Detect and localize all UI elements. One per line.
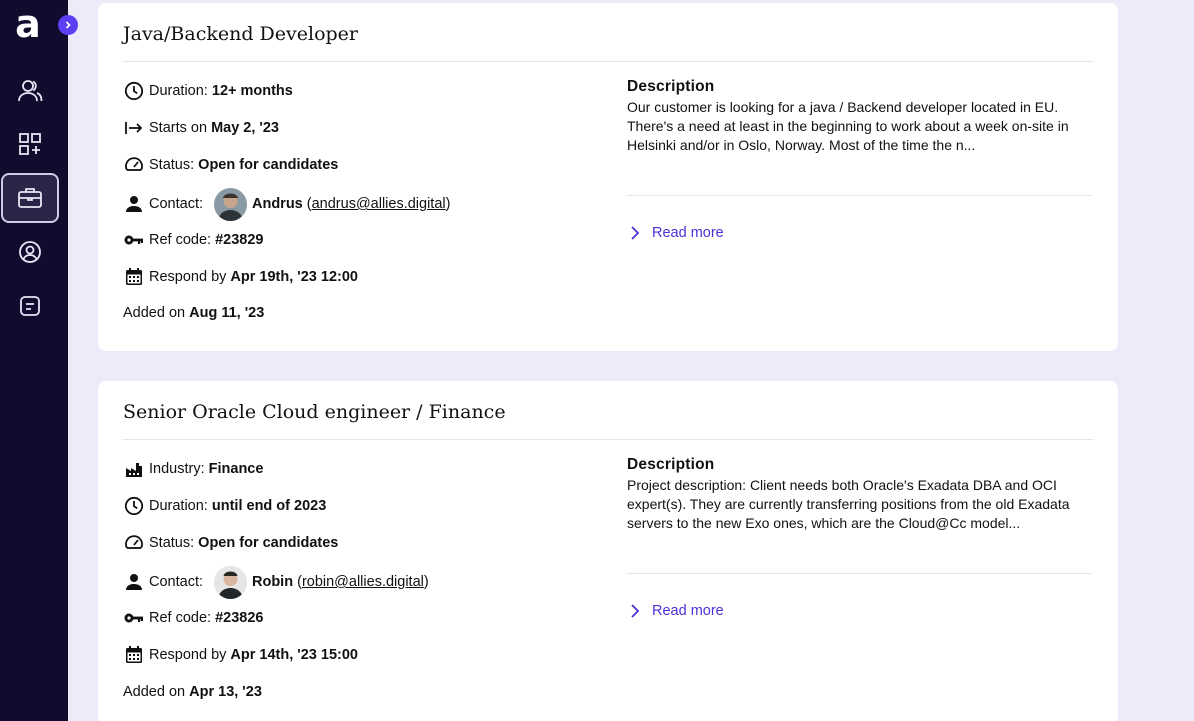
divider (627, 195, 1092, 196)
calendar-icon (125, 268, 142, 285)
ref-label: Ref code: (149, 232, 212, 248)
respond-label: Respond by (149, 269, 227, 285)
chevron-right-icon (631, 604, 640, 618)
ref-row: Ref code: #23826 (123, 607, 264, 629)
contact-email-link[interactable]: andrus@allies.digital (312, 196, 446, 212)
status-label: Status: (149, 535, 195, 551)
contact-avatar (214, 187, 247, 221)
sidebar: a (0, 0, 68, 721)
added-row: Added on Aug 11, '23 (123, 302, 264, 324)
description-heading: Description (627, 78, 715, 95)
duration-value: until end of 2023 (211, 498, 327, 514)
briefcase-icon (18, 188, 42, 208)
start-label: Starts on (149, 120, 208, 136)
contact-row: Contact: Andrus (andrus@allies.digital) (123, 187, 450, 221)
respond-label: Respond by (149, 647, 227, 663)
duration-row: Duration: 12+ months (123, 80, 293, 102)
contact-name: Andrus (252, 196, 303, 212)
job-title[interactable]: Java/Backend Developer (123, 23, 358, 45)
respond-value: Apr 14th, '23 15:00 (230, 647, 358, 663)
sidebar-item-profile[interactable] (1, 227, 59, 277)
grid-plus-icon (19, 133, 41, 155)
people-icon (18, 80, 43, 102)
duration-label: Duration: (149, 498, 208, 514)
read-more-link[interactable]: Read more (627, 225, 724, 241)
duration-value: 12+ months (211, 83, 293, 99)
person-icon (125, 196, 142, 212)
status-value: Open for candidates (198, 535, 339, 551)
read-more-link[interactable]: Read more (627, 603, 724, 619)
sidebar-item-dashboard[interactable] (1, 119, 59, 169)
factory-icon (125, 463, 142, 477)
user-circle-icon (19, 241, 41, 263)
respond-row: Respond by Apr 14th, '23 15:00 (123, 644, 358, 666)
industry-row: Industry: Finance (123, 458, 263, 480)
contact-label: Contact: (149, 574, 203, 590)
description-heading: Description (627, 456, 715, 473)
chevron-right-icon (65, 21, 71, 29)
person-icon (125, 574, 142, 590)
job-card: Senior Oracle Cloud engineer / Finance I… (98, 381, 1118, 721)
industry-label: Industry: (149, 461, 205, 477)
job-title[interactable]: Senior Oracle Cloud engineer / Finance (123, 401, 506, 423)
divider (123, 439, 1093, 440)
ref-value: #23829 (215, 232, 264, 248)
start-arrow-icon (124, 122, 142, 134)
sidebar-item-jobs[interactable] (1, 173, 59, 223)
divider (123, 61, 1093, 62)
app-logo[interactable]: a (10, 4, 46, 44)
duration-row: Duration: until end of 2023 (123, 495, 326, 517)
description-text: Project description: Client needs both O… (627, 477, 1070, 531)
added-label: Added on (123, 305, 186, 321)
duration-label: Duration: (149, 83, 208, 99)
added-row: Added on Apr 13, '23 (123, 681, 262, 703)
ref-label: Ref code: (149, 610, 212, 626)
contact-avatar (214, 565, 247, 599)
respond-row: Respond by Apr 19th, '23 12:00 (123, 266, 358, 288)
job-card: Java/Backend Developer Duration: 12+ mon… (98, 3, 1118, 351)
added-label: Added on (123, 684, 186, 700)
added-value: Apr 13, '23 (189, 684, 262, 700)
added-value: Aug 11, '23 (189, 305, 265, 321)
status-label: Status: (149, 157, 195, 173)
sidebar-item-talents[interactable] (1, 66, 59, 116)
gauge-icon (124, 157, 143, 171)
contact-row: Contact: Robin (robin@allies.digital) (123, 565, 429, 599)
sidebar-item-notes[interactable] (1, 281, 59, 331)
ref-value: #23826 (215, 610, 264, 626)
document-icon (20, 296, 40, 316)
start-value: May 2, '23 (211, 120, 279, 136)
read-more-label: Read more (652, 225, 724, 241)
status-row: Status: Open for candidates (123, 154, 338, 176)
description-text: Our customer is looking for a java / Bac… (627, 99, 1069, 153)
contact-email-link[interactable]: robin@allies.digital (302, 574, 424, 590)
contact-label: Contact: (149, 196, 203, 212)
key-icon (124, 235, 143, 245)
gauge-icon (124, 535, 143, 549)
status-row: Status: Open for candidates (123, 532, 338, 554)
divider (627, 573, 1092, 574)
read-more-label: Read more (652, 603, 724, 619)
sidebar-expand-button[interactable] (58, 15, 78, 35)
key-icon (124, 613, 143, 623)
ref-row: Ref code: #23829 (123, 229, 264, 251)
chevron-right-icon (631, 226, 640, 240)
contact-name: Robin (252, 574, 294, 590)
start-row: Starts on May 2, '23 (123, 117, 279, 139)
industry-value: Finance (208, 461, 264, 477)
clock-icon (124, 496, 143, 516)
status-value: Open for candidates (198, 157, 339, 173)
respond-value: Apr 19th, '23 12:00 (230, 269, 358, 285)
clock-icon (124, 81, 143, 101)
calendar-icon (125, 646, 142, 663)
